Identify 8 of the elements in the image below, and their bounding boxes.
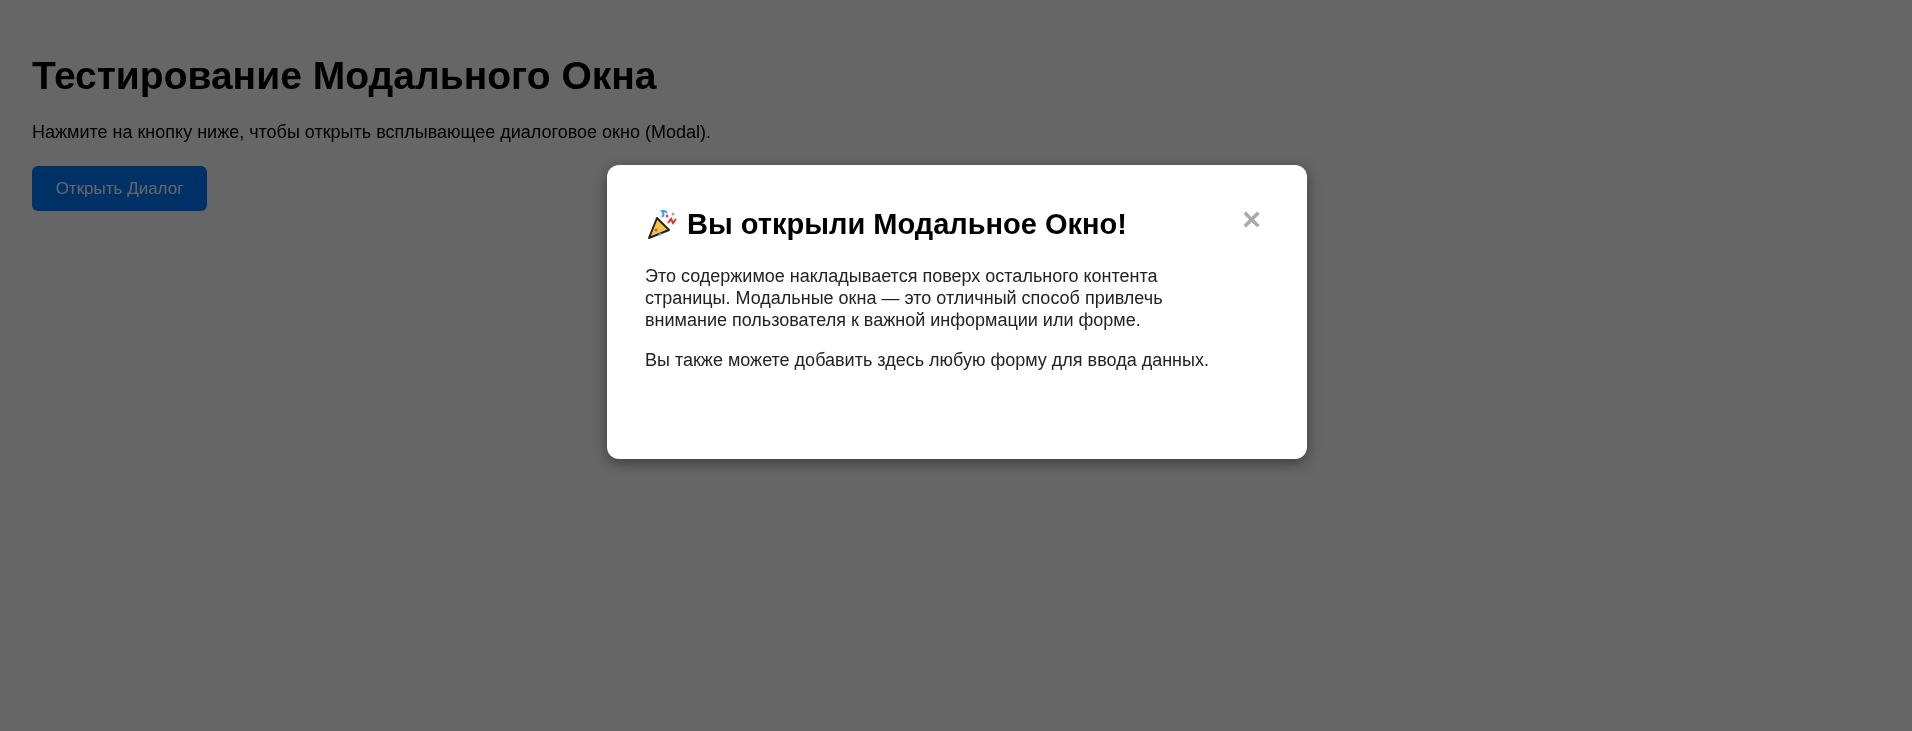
page-title: Тестирование Модального Окна	[32, 53, 658, 99]
modal-text: Вы также можете добавить здесь любую форму для ввода данных.	[645, 348, 1210, 371]
modal-title: Вы открыли Модальное Окно!	[687, 207, 1127, 242]
close-button[interactable]: ×	[1242, 203, 1261, 235]
open-dialog-button[interactable]: Открыть Диалог	[32, 165, 207, 211]
party-popper-icon	[645, 207, 679, 242]
page-description: Нажмите на кнопку ниже, чтобы открыть всплывающее диалоговое окно (Modal).	[32, 120, 712, 144]
modal-text: Это содержимое накладывается поверх остального контента страницы. Модальные окна — это отличный способ привлечь внимание пользователя к важной информации или форме.	[645, 264, 1164, 331]
